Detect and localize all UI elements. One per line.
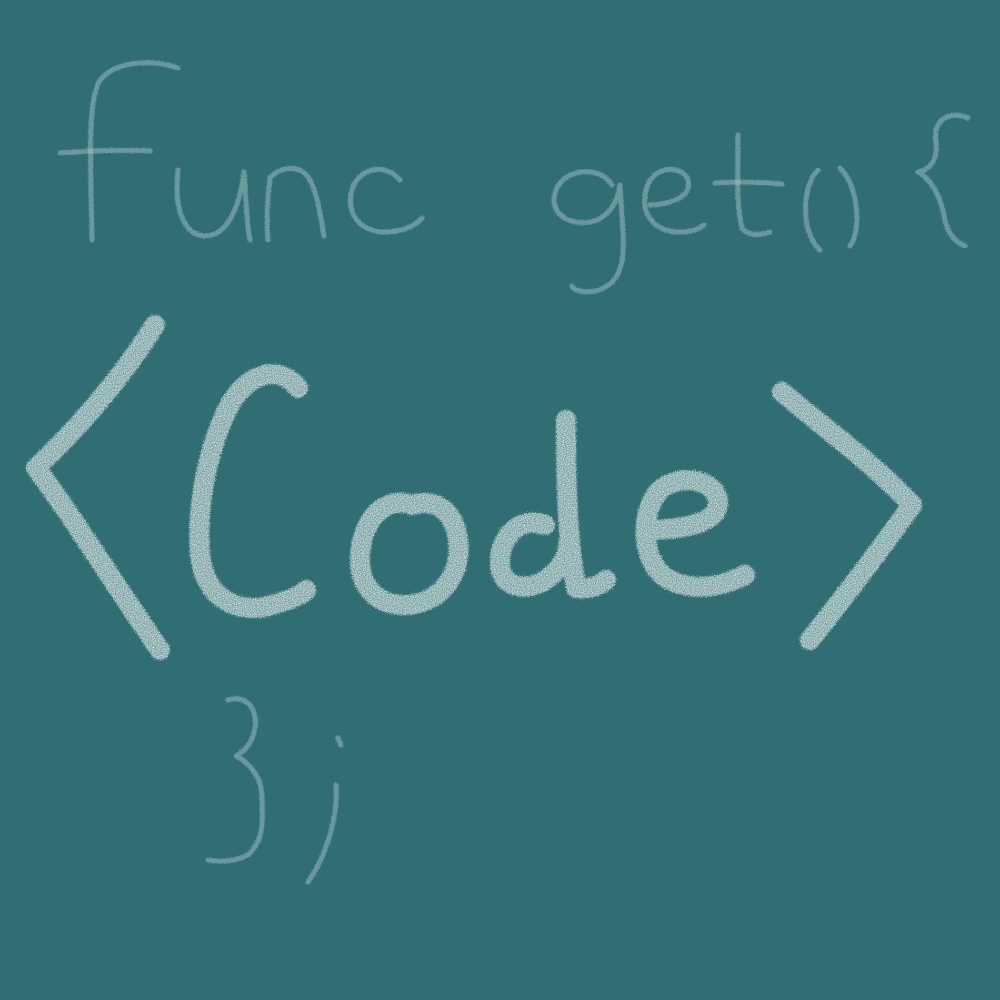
glyph-f-bar: [57, 147, 153, 156]
glyph-C: [189, 364, 316, 618]
faint-code-line-top: [57, 60, 971, 295]
glyph-close-brace: [205, 696, 265, 864]
faint-code-line-bottom: [205, 696, 344, 885]
main-code-word: [26, 315, 922, 660]
glyph-greater-than: [772, 382, 922, 650]
chalk-drawing: [26, 60, 971, 885]
glyph-u: [174, 167, 253, 243]
glyph-o: [349, 493, 469, 616]
glyph-t-bar: [712, 179, 785, 187]
glyph-open-paren: [803, 167, 823, 253]
glyph-open-brace: [915, 112, 971, 249]
glyph-c: [348, 167, 425, 235]
glyph-semicolon-dot: [335, 735, 344, 748]
glyph-d-stem: [556, 410, 616, 599]
glyph-e: [642, 166, 707, 235]
glyph-semicolon-tail: [305, 782, 339, 885]
glyph-g: [551, 169, 626, 295]
glyph-d-bowl: [489, 512, 578, 597]
glyph-less-than: [26, 315, 170, 660]
glyph-n: [264, 166, 327, 243]
glyph-close-paren: [837, 165, 860, 249]
glyph-e: [635, 470, 755, 597]
